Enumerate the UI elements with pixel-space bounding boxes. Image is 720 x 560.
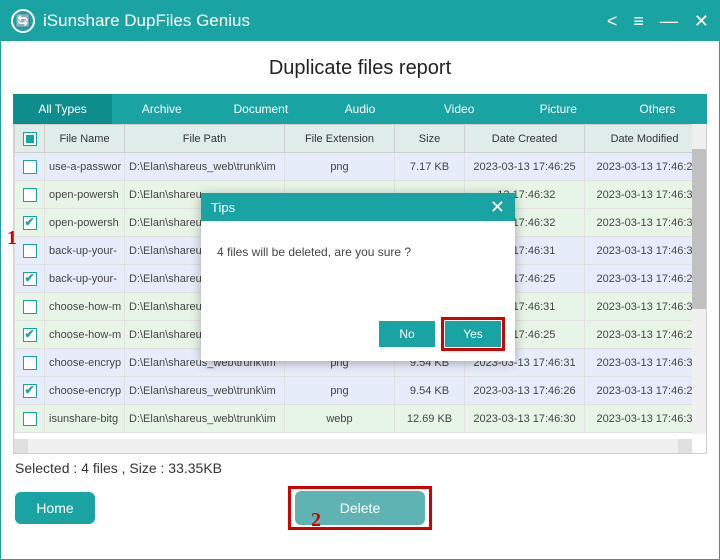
dialog-message: 4 files will be deleted, are you sure ?	[201, 221, 515, 321]
cell-date-modified: 2023-03-13 17:46:2	[585, 377, 705, 405]
row-checkbox[interactable]	[23, 384, 37, 398]
dialog-close-icon[interactable]: ✕	[490, 197, 505, 218]
cell-date-created: 2023-03-13 17:46:26	[465, 377, 585, 405]
cell-file-name: open-powersh	[45, 209, 125, 237]
cell-date-modified: 2023-03-13 17:46:3	[585, 405, 705, 433]
delete-button[interactable]: Delete	[295, 491, 425, 525]
cell-file-path: D:\Elan\shareus_web\trunk\im	[125, 377, 285, 405]
header-date-created[interactable]: Date Created	[465, 125, 585, 153]
vertical-scrollbar-thumb[interactable]	[692, 149, 706, 309]
header-file-name[interactable]: File Name	[45, 125, 125, 153]
cell-file-name: choose-encryp	[45, 377, 125, 405]
cell-file-name: choose-how-m	[45, 293, 125, 321]
dialog-title: Tips	[211, 200, 235, 215]
app-title: iSunshare DupFiles Genius	[43, 11, 607, 31]
app-logo-icon: 🔄	[11, 9, 35, 33]
row-checkbox[interactable]	[23, 356, 37, 370]
table-row[interactable]: use-a-passworD:\Elan\shareus_web\trunk\i…	[15, 153, 705, 181]
cell-date-created: 2023-03-13 17:46:25	[465, 153, 585, 181]
cell-size: 9.54 KB	[395, 377, 465, 405]
row-checkbox[interactable]	[23, 272, 37, 286]
tab-picture[interactable]: Picture	[509, 94, 608, 124]
cell-file-name: open-powersh	[45, 181, 125, 209]
cell-date-modified: 2023-03-13 17:46:2	[585, 265, 705, 293]
cell-date-modified: 2023-03-13 17:46:3	[585, 237, 705, 265]
cell-date-modified: 2023-03-13 17:46:2	[585, 153, 705, 181]
row-checkbox[interactable]	[23, 328, 37, 342]
row-checkbox[interactable]	[23, 160, 37, 174]
cell-file-name: back-up-your-	[45, 265, 125, 293]
tab-audio[interactable]: Audio	[310, 94, 409, 124]
cell-file-path: D:\Elan\shareus_web\trunk\im	[125, 405, 285, 433]
confirm-dialog: Tips ✕ 4 files will be deleted, are you …	[201, 193, 515, 361]
no-button[interactable]: No	[379, 321, 435, 347]
dialog-header: Tips ✕	[201, 193, 515, 221]
minimize-icon[interactable]: —	[660, 11, 678, 32]
cell-date-modified: 2023-03-13 17:46:3	[585, 293, 705, 321]
table-row[interactable]: isunshare-bitgD:\Elan\shareus_web\trunk\…	[15, 405, 705, 433]
row-checkbox[interactable]	[23, 216, 37, 230]
row-checkbox[interactable]	[23, 244, 37, 258]
share-icon[interactable]: <	[607, 11, 618, 32]
row-checkbox[interactable]	[23, 300, 37, 314]
cell-file-name: choose-encryp	[45, 349, 125, 377]
cell-file-extension: png	[285, 153, 395, 181]
row-checkbox[interactable]	[23, 188, 37, 202]
tab-others[interactable]: Others	[608, 94, 707, 124]
header-file-extension[interactable]: File Extension	[285, 125, 395, 153]
yes-highlight: Yes	[441, 317, 505, 351]
page-title: Duplicate files report	[1, 41, 719, 94]
tab-document[interactable]: Document	[211, 94, 310, 124]
menu-icon[interactable]: ≡	[633, 11, 644, 32]
cell-date-modified: 2023-03-13 17:46:2	[585, 321, 705, 349]
tab-video[interactable]: Video	[410, 94, 509, 124]
cell-file-name: back-up-your-	[45, 237, 125, 265]
delete-highlight: Delete	[288, 486, 432, 530]
cell-file-extension: png	[285, 377, 395, 405]
home-button[interactable]: Home	[15, 492, 95, 524]
yes-button[interactable]: Yes	[445, 321, 501, 347]
cell-size: 12.69 KB	[395, 405, 465, 433]
cell-date-modified: 2023-03-13 17:46:3	[585, 349, 705, 377]
cell-file-extension: webp	[285, 405, 395, 433]
header-file-path[interactable]: File Path	[125, 125, 285, 153]
header-date-modified[interactable]: Date Modified	[585, 125, 705, 153]
tab-all-types[interactable]: All Types	[13, 94, 112, 124]
row-checkbox[interactable]	[23, 412, 37, 426]
cell-file-path: D:\Elan\shareus_web\trunk\im	[125, 153, 285, 181]
bottom-bar: Home Delete	[1, 476, 719, 540]
cell-file-name: use-a-passwor	[45, 153, 125, 181]
cell-file-name: choose-how-m	[45, 321, 125, 349]
header-size[interactable]: Size	[395, 125, 465, 153]
horizontal-scrollbar[interactable]	[14, 439, 692, 453]
cell-date-created: 2023-03-13 17:46:30	[465, 405, 585, 433]
selection-status: Selected : 4 files , Size : 33.35KB	[15, 460, 705, 476]
tab-archive[interactable]: Archive	[112, 94, 211, 124]
cell-file-name: isunshare-bitg	[45, 405, 125, 433]
title-bar: 🔄 iSunshare DupFiles Genius < ≡ — ✕	[1, 1, 719, 41]
close-icon[interactable]: ✕	[694, 11, 709, 32]
cell-date-modified: 2023-03-13 17:46:3	[585, 181, 705, 209]
cell-size: 7.17 KB	[395, 153, 465, 181]
header-checkbox[interactable]	[15, 125, 45, 153]
table-row[interactable]: choose-encrypD:\Elan\shareus_web\trunk\i…	[15, 377, 705, 405]
type-tabs: All Types Archive Document Audio Video P…	[13, 94, 707, 124]
cell-date-modified: 2023-03-13 17:46:3	[585, 209, 705, 237]
